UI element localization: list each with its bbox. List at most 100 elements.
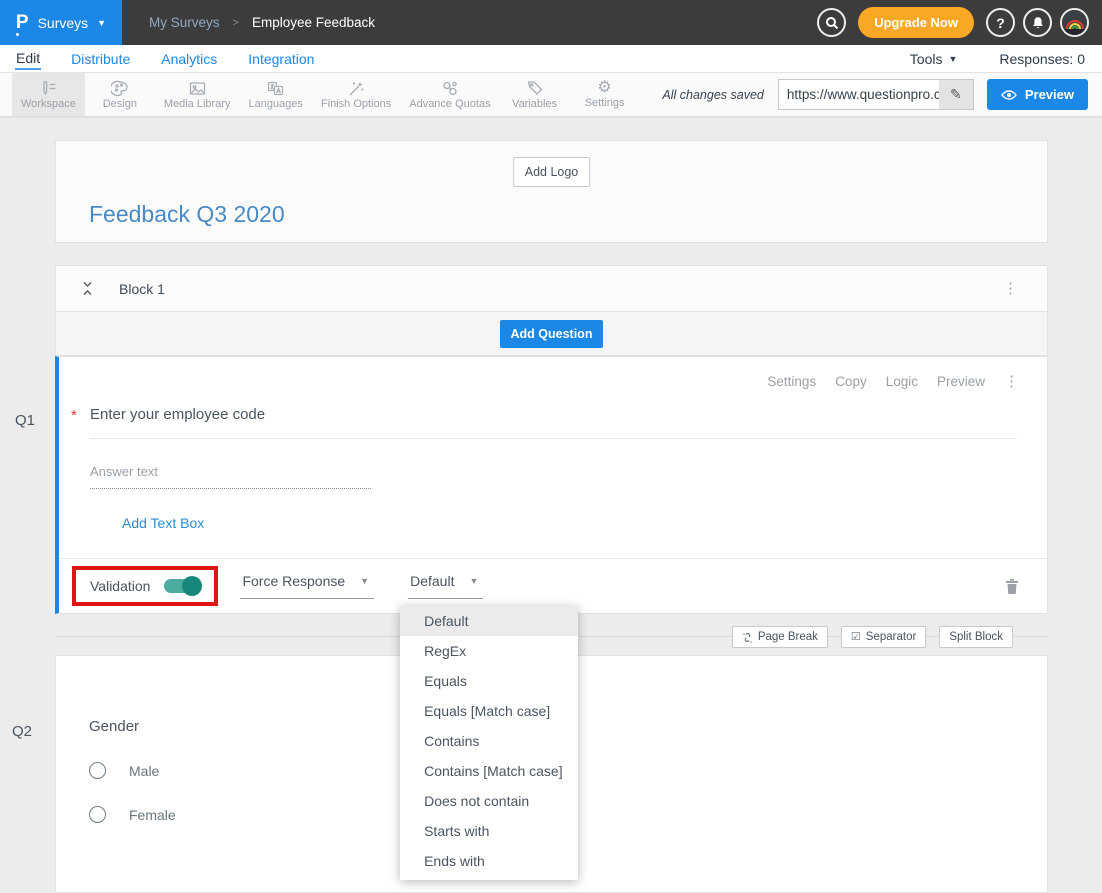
bell-icon xyxy=(1031,16,1045,30)
separator-buttons: Page Break ☑ Separator Split Block xyxy=(732,626,1013,648)
help-button[interactable]: ? xyxy=(986,8,1015,37)
toolbar-item-advance-quotas[interactable]: Advance Quotas xyxy=(400,73,499,116)
notifications-button[interactable] xyxy=(1023,8,1052,37)
chevron-down-icon: ▼ xyxy=(360,576,369,586)
chevron-down-icon: ▼ xyxy=(948,54,957,64)
question-2-number: Q2 xyxy=(12,723,32,740)
preview-button[interactable]: Preview xyxy=(987,79,1088,110)
toolbar-item-variables[interactable]: Variables xyxy=(500,73,570,116)
tab-edit[interactable]: Edit xyxy=(15,48,41,70)
question-preview-link[interactable]: Preview xyxy=(937,374,985,389)
question-actions: Settings Copy Logic Preview ⋮ xyxy=(59,374,1019,389)
survey-url-input[interactable]: https://www.questionpro.com/t/A xyxy=(779,80,939,109)
pencil-icon: ✎ xyxy=(950,86,962,103)
force-response-dropdown[interactable]: Force Response ▼ xyxy=(240,573,374,599)
add-question-button[interactable]: Add Question xyxy=(500,320,604,348)
question-footer: Validation Force Response ▼ Default ▼ De… xyxy=(59,558,1047,613)
block-title: Block 1 xyxy=(119,281,165,297)
validation-option-ends-with[interactable]: Ends with xyxy=(400,846,578,876)
question-1-text[interactable]: Enter your employee code xyxy=(90,406,265,423)
search-button[interactable] xyxy=(817,8,846,37)
separator-button[interactable]: ☑ Separator xyxy=(841,626,926,648)
toolbar-item-finish-options[interactable]: Finish Options xyxy=(312,73,400,116)
survey-nav-tabs: Edit Distribute Analytics Integration To… xyxy=(0,45,1102,73)
validation-option-default[interactable]: Default xyxy=(400,606,578,636)
question-settings-link[interactable]: Settings xyxy=(767,374,816,389)
questionpro-logo-icon: P xyxy=(16,13,29,32)
radio-label[interactable]: Female xyxy=(129,807,176,823)
tab-integration[interactable]: Integration xyxy=(247,49,315,69)
radio-button[interactable] xyxy=(89,806,106,823)
add-logo-button[interactable]: Add Logo xyxy=(513,157,591,187)
tab-distribute[interactable]: Distribute xyxy=(70,49,131,69)
product-menu-label: Surveys xyxy=(38,15,89,31)
collapse-block-icon[interactable] xyxy=(81,281,94,296)
radio-label[interactable]: Male xyxy=(129,763,159,779)
validation-type-dropdown[interactable]: Default ▼ xyxy=(408,573,483,599)
search-icon xyxy=(825,16,839,30)
validation-option-regex[interactable]: RegEx xyxy=(400,636,578,666)
user-avatar[interactable] xyxy=(1060,8,1089,37)
required-asterisk: * xyxy=(71,407,77,424)
toggle-knob xyxy=(182,576,202,596)
question-mark-icon: ? xyxy=(996,15,1005,31)
image-icon xyxy=(188,80,207,97)
magic-wand-icon xyxy=(347,80,365,97)
answer-text-input[interactable]: Answer text xyxy=(90,464,371,489)
page-break-button[interactable]: Page Break xyxy=(732,626,828,648)
responses-count[interactable]: Responses: 0 xyxy=(999,51,1085,67)
toolbar-item-languages[interactable]: Languages xyxy=(239,73,311,116)
delete-question-button[interactable] xyxy=(1005,578,1019,595)
avatar-rainbow-image xyxy=(1062,10,1087,35)
questionpro-editor: P Surveys ▼ My Surveys > Employee Feedba… xyxy=(0,0,1102,893)
breadcrumb-my-surveys[interactable]: My Surveys xyxy=(149,15,220,30)
save-status: All changes saved xyxy=(662,88,763,102)
radio-button[interactable] xyxy=(89,762,106,779)
tools-menu[interactable]: Tools▼ xyxy=(910,51,958,67)
question-menu-icon[interactable]: ⋮ xyxy=(1004,374,1019,389)
workspace-icon xyxy=(39,80,58,97)
editor-toolbar: Workspace Design Media Library Languages… xyxy=(0,73,1102,118)
add-text-box-link[interactable]: Add Text Box xyxy=(122,515,204,531)
validation-type-wrap: Default ▼ Default RegEx Equals Equals [M… xyxy=(408,573,483,599)
chain-links-icon xyxy=(441,80,459,97)
validation-type-menu: Default RegEx Equals Equals [Match case]… xyxy=(400,606,578,880)
question-text-row: * Enter your employee code xyxy=(90,406,1017,423)
toolbar-item-design[interactable]: Design xyxy=(85,73,155,116)
chevron-down-icon: ▼ xyxy=(469,576,478,586)
tab-analytics[interactable]: Analytics xyxy=(160,49,218,69)
toolbar-item-workspace[interactable]: Workspace xyxy=(12,73,85,116)
surveys-product-menu[interactable]: P Surveys ▼ xyxy=(0,0,122,45)
split-block-button[interactable]: Split Block xyxy=(939,626,1013,648)
block-menu-icon[interactable]: ⋮ xyxy=(1003,281,1018,296)
toolbar-item-media-library[interactable]: Media Library xyxy=(155,73,240,116)
validation-annotation-box: Validation xyxy=(72,566,218,606)
validation-label: Validation xyxy=(90,578,150,594)
translate-icon xyxy=(266,80,285,97)
header-actions: Upgrade Now ? xyxy=(817,7,1089,38)
toolbar-item-settings[interactable]: ⚙ Settings xyxy=(570,73,640,116)
edit-url-button[interactable]: ✎ xyxy=(939,80,973,109)
question-1-card: Q1 Settings Copy Logic Preview ⋮ * Enter… xyxy=(55,356,1048,614)
block-header: Block 1 ⋮ xyxy=(55,265,1048,312)
validation-option-does-not-contain[interactable]: Does not contain xyxy=(400,786,578,816)
breadcrumb: My Surveys > Employee Feedback xyxy=(149,15,375,30)
breadcrumb-separator-icon: > xyxy=(233,17,239,29)
gear-icon: ⚙ xyxy=(597,80,611,96)
validation-option-equals[interactable]: Equals xyxy=(400,666,578,696)
survey-url-field: https://www.questionpro.com/t/A ✎ xyxy=(778,79,974,110)
tag-icon xyxy=(526,80,544,97)
validation-option-equals-match-case[interactable]: Equals [Match case] xyxy=(400,696,578,726)
question-logic-link[interactable]: Logic xyxy=(886,374,918,389)
survey-header-card: Add Logo Feedback Q3 2020 xyxy=(55,140,1048,243)
breadcrumb-current: Employee Feedback xyxy=(252,15,375,30)
validation-option-starts-with[interactable]: Starts with xyxy=(400,816,578,846)
validation-option-contains-match-case[interactable]: Contains [Match case] xyxy=(400,756,578,786)
checked-checkbox-icon: ☑ xyxy=(851,632,861,643)
survey-title[interactable]: Feedback Q3 2020 xyxy=(89,201,285,228)
validation-option-contains[interactable]: Contains xyxy=(400,726,578,756)
validation-toggle[interactable] xyxy=(164,579,199,593)
trash-icon xyxy=(1005,578,1019,595)
question-copy-link[interactable]: Copy xyxy=(835,374,867,389)
upgrade-now-button[interactable]: Upgrade Now xyxy=(858,7,974,38)
